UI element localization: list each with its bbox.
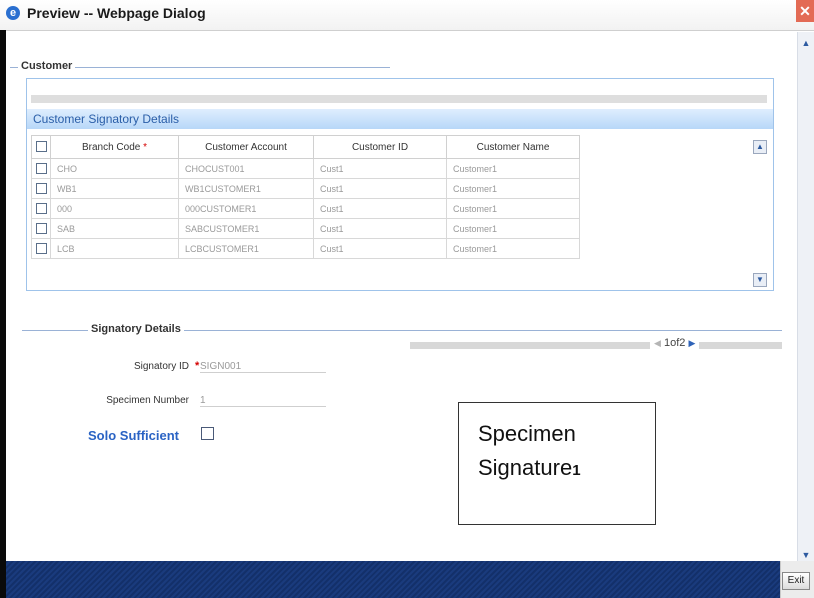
- customer-account-cell: CHOCUST001: [178, 158, 314, 179]
- window-frame-left: [0, 30, 6, 598]
- signatory-id-required-marker: *: [195, 360, 200, 372]
- next-page-icon[interactable]: ▶: [688, 338, 695, 348]
- table-row[interactable]: 000 000CUSTOMER1 Cust1 Customer1: [31, 198, 580, 219]
- solo-sufficient-checkbox[interactable]: [201, 427, 214, 440]
- signatory-section-title: Signatory Details: [88, 323, 184, 335]
- customer-name-cell: Customer1: [446, 238, 580, 259]
- scroll-up-icon[interactable]: ▲: [800, 38, 812, 48]
- customer-signatory-grid: Customer Signatory Details Branch Code *…: [26, 78, 774, 291]
- signatory-id-label: Signatory ID: [133, 361, 189, 372]
- customer-name-cell: Customer1: [446, 218, 580, 239]
- table-header-row: Branch Code * Customer Account Customer …: [31, 135, 580, 159]
- customer-id-cell: Cust1: [313, 218, 447, 239]
- customer-account-cell: SABCUSTOMER1: [178, 218, 314, 239]
- required-marker: *: [143, 141, 148, 153]
- customer-account-cell: 000CUSTOMER1: [178, 198, 314, 219]
- specimen-number: 1: [572, 462, 581, 479]
- row-checkbox[interactable]: [35, 243, 47, 255]
- table-row[interactable]: WB1 WB1CUSTOMER1 Cust1 Customer1: [31, 178, 580, 199]
- select-all-cell: [31, 135, 51, 159]
- branch-code-cell: CHO: [50, 158, 179, 179]
- grid-header: Customer Signatory Details: [27, 109, 773, 129]
- table-scroll-down-icon[interactable]: ▼: [753, 273, 767, 287]
- row-checkbox[interactable]: [35, 183, 47, 195]
- customer-account-cell: LCBCUSTOMER1: [178, 238, 314, 259]
- table-scroll-up-icon[interactable]: ▲: [753, 140, 767, 154]
- ie-icon: e: [6, 6, 20, 20]
- customer-id-cell: Cust1: [313, 158, 447, 179]
- scroll-down-icon[interactable]: ▼: [800, 550, 812, 560]
- branch-code-cell: LCB: [50, 238, 179, 259]
- select-all-checkbox[interactable]: [35, 141, 47, 153]
- col-branch-code: Branch Code *: [50, 135, 179, 159]
- specimen-signature-box: Specimen Signature1: [458, 402, 656, 525]
- col-customer-name: Customer Name: [446, 135, 580, 159]
- pager-text: 1of2: [663, 337, 686, 349]
- pager-bar: [410, 342, 782, 349]
- branch-code-cell: SAB: [50, 218, 179, 239]
- specimen-title-line2: Signature1: [478, 455, 581, 480]
- customer-id-cell: Cust1: [313, 198, 447, 219]
- table-row[interactable]: CHO CHOCUST001 Cust1 Customer1: [31, 158, 580, 179]
- branch-code-cell: WB1: [50, 178, 179, 199]
- branch-code-cell: 000: [50, 198, 179, 219]
- customer-section-title: Customer: [18, 60, 76, 72]
- customer-id-cell: Cust1: [313, 238, 447, 259]
- customer-account-cell: WB1CUSTOMER1: [178, 178, 314, 199]
- customer-name-cell: Customer1: [446, 198, 580, 219]
- specimen-title-line1: Specimen: [478, 421, 576, 446]
- customer-name-cell: Customer1: [446, 158, 580, 179]
- pager: ◀ 1of2 ▶: [650, 337, 700, 349]
- customer-name-cell: Customer1: [446, 178, 580, 199]
- specimen-number-label: Specimen Number: [106, 395, 189, 406]
- exit-button[interactable]: Exit: [782, 572, 810, 590]
- window-title: Preview -- Webpage Dialog: [27, 5, 206, 21]
- prev-page-icon[interactable]: ◀: [654, 338, 661, 348]
- row-checkbox[interactable]: [35, 163, 47, 175]
- close-button[interactable]: ✕: [796, 0, 814, 22]
- specimen-number-field[interactable]: 1: [200, 395, 326, 407]
- page-scrollbar[interactable]: ▲ ▼: [797, 32, 814, 562]
- signatory-id-field[interactable]: SIGN001: [200, 361, 326, 373]
- row-checkbox[interactable]: [35, 203, 47, 215]
- footer-bar: [6, 561, 780, 598]
- col-customer-id: Customer ID: [313, 135, 447, 159]
- signatory-table: Branch Code * Customer Account Customer …: [31, 135, 580, 259]
- table-row[interactable]: SAB SABCUSTOMER1 Cust1 Customer1: [31, 218, 580, 239]
- table-row[interactable]: LCB LCBCUSTOMER1 Cust1 Customer1: [31, 238, 580, 259]
- col-customer-account: Customer Account: [178, 135, 314, 159]
- title-bar: e Preview -- Webpage Dialog ✕: [0, 0, 814, 31]
- row-checkbox[interactable]: [35, 223, 47, 235]
- grid-toolbar-strip: [31, 95, 767, 103]
- solo-sufficient-label: Solo Sufficient: [88, 428, 179, 443]
- customer-id-cell: Cust1: [313, 178, 447, 199]
